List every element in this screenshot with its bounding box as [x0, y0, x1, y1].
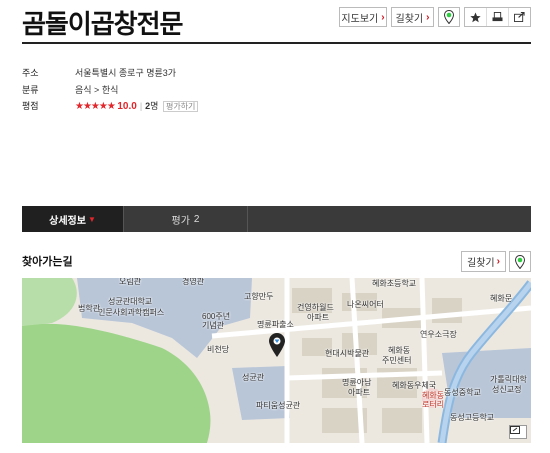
- map-label: 아파트: [307, 313, 330, 322]
- category-key: 분류: [22, 85, 39, 95]
- rating-stars: ★★★★★: [75, 101, 116, 112]
- map-label: 고향만두: [244, 292, 274, 301]
- map-label: 법학관: [78, 304, 101, 313]
- map-label: 로터리: [422, 400, 445, 409]
- pin-icon: [444, 10, 454, 24]
- map-label: 나온씨어터: [347, 300, 384, 309]
- map-label: 성신교정: [492, 385, 522, 394]
- pin-icon: [515, 254, 525, 269]
- map-label: 성균관: [242, 373, 265, 382]
- map-label: 혜화문: [490, 294, 513, 303]
- map-label: 동성고등학교: [450, 413, 495, 422]
- directions-section-title: 찾아가는길: [22, 256, 73, 268]
- caret-down-icon: ▼: [87, 214, 96, 224]
- share-button[interactable]: [509, 8, 530, 26]
- rating-score: 10.0: [117, 101, 137, 112]
- map-label: 비천당: [207, 345, 230, 354]
- favorite-button[interactable]: [465, 8, 487, 26]
- expand-icon: [510, 426, 520, 434]
- tab-details-label: 상세정보: [49, 215, 86, 227]
- map-label: 명륜파출소: [257, 320, 294, 329]
- divider: |: [139, 101, 143, 111]
- print-button[interactable]: [487, 8, 509, 26]
- map-label: 성균관대학교: [108, 297, 153, 306]
- tab-reviews-label: 평가: [171, 215, 190, 227]
- directions-label: 길찾기: [395, 13, 424, 25]
- rating-value-group: ★★★★★ 10.0 | 2명 평가하기: [75, 99, 199, 112]
- title-divider: [22, 42, 531, 44]
- review-count-group: 2명: [145, 101, 158, 111]
- map-label: 혜화동: [388, 346, 411, 355]
- share-icon: [514, 12, 525, 22]
- map-label: 가톨릭대학: [490, 375, 527, 384]
- chevron-right-icon: ›: [381, 11, 385, 23]
- map-label: 혜화동우체국: [392, 381, 437, 390]
- tab-details[interactable]: 상세정보 ▼: [22, 206, 124, 232]
- action-icon-group: [464, 7, 531, 27]
- map-label: 경영관: [182, 278, 205, 286]
- tab-reviews-count: 2: [193, 213, 200, 225]
- detail-tabs: 상세정보 ▼ 평가 2: [22, 206, 531, 232]
- directions-button[interactable]: 길찾기 ›: [391, 7, 434, 27]
- map-label: 혜화초등학교: [372, 279, 417, 288]
- map-directions-label: 길찾기: [467, 258, 495, 269]
- print-icon: [492, 12, 503, 22]
- category-value: 음식 > 한식: [75, 85, 119, 95]
- location-map[interactable]: 오림관 경영관 성균관대학교 인문사회과학캠퍼스 법학관 600주년 기념관 비…: [22, 278, 531, 443]
- map-label: 아파트: [348, 388, 371, 397]
- map-label: 인문사회과학캠퍼스: [98, 308, 165, 317]
- review-unit: 명: [150, 101, 159, 111]
- address-value: 서울특별시 종로구 명륜3가: [75, 68, 177, 78]
- map-expand-button[interactable]: [509, 425, 527, 439]
- chevron-right-icon: ›: [496, 256, 500, 267]
- map-label: 동성중학교: [444, 388, 481, 397]
- map-label: 연우소극장: [420, 330, 457, 339]
- map-directions-button[interactable]: 길찾기 ›: [461, 251, 506, 272]
- page-title: 곰돌이곱창전문: [22, 9, 183, 39]
- map-label: 주민센터: [382, 356, 412, 365]
- map-label: 기념관: [202, 321, 225, 330]
- pin-button[interactable]: [438, 7, 460, 27]
- rate-button[interactable]: 평가하기: [162, 101, 199, 112]
- chevron-right-icon: ›: [426, 11, 430, 23]
- map-label: 명륜아남: [342, 378, 372, 387]
- rating-key: 평점: [22, 101, 39, 111]
- star-icon: [470, 11, 481, 22]
- map-view-label: 지도보기: [341, 13, 379, 25]
- tab-reviews[interactable]: 평가 2: [124, 206, 248, 232]
- map-label: 건영하월드: [297, 303, 334, 312]
- map-label: 파티움성균관: [256, 401, 301, 410]
- map-pin-button[interactable]: [509, 251, 531, 272]
- map-view-button[interactable]: 지도보기 ›: [339, 7, 387, 27]
- map-label: 오림관: [119, 278, 142, 286]
- address-key: 주소: [22, 68, 39, 78]
- map-label: 현대시박물관: [325, 349, 370, 358]
